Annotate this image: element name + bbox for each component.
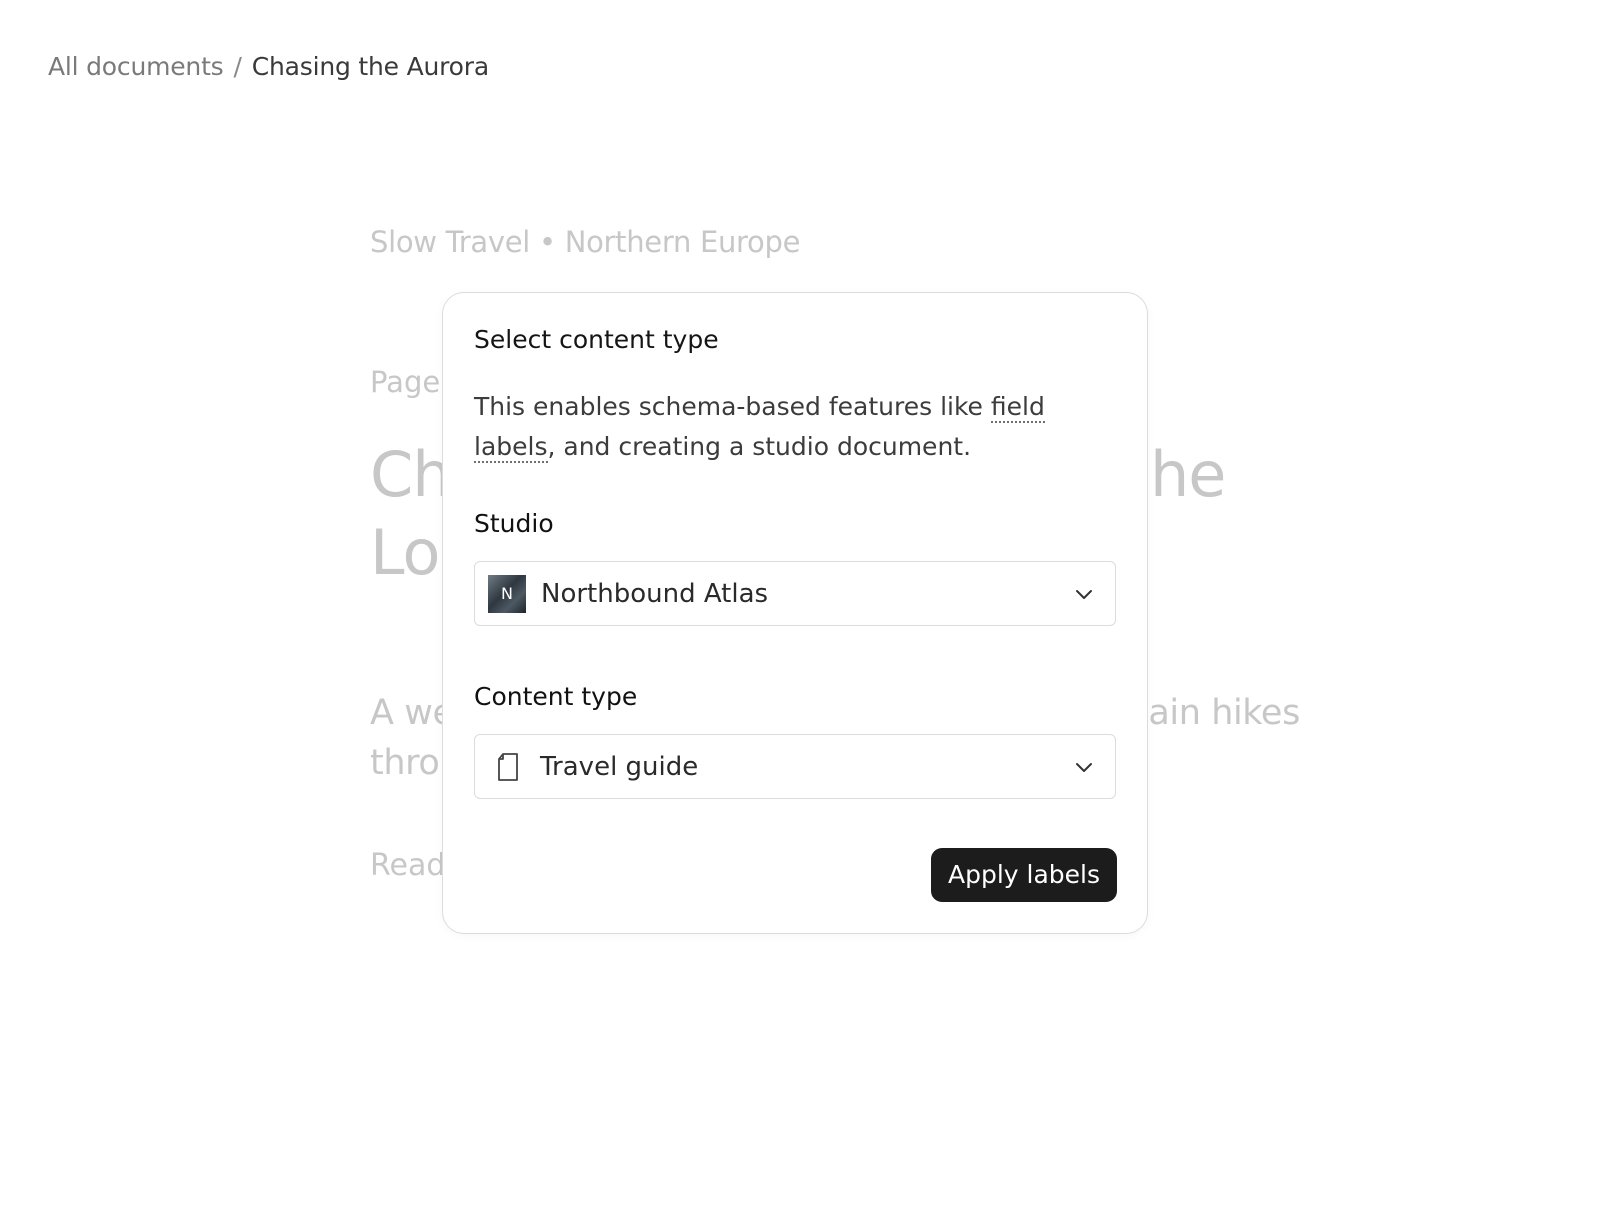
dialog-description-text: This enables schema-based features like bbox=[474, 392, 991, 421]
studio-label: Studio bbox=[474, 509, 554, 538]
doc-headline-line2-start: Lo bbox=[370, 516, 440, 589]
breadcrumb: All documents / Chasing the Aurora bbox=[48, 50, 489, 84]
content-type-select-value: Travel guide bbox=[540, 751, 699, 782]
apply-labels-button[interactable]: Apply labels bbox=[930, 848, 1117, 902]
content-type-select[interactable]: Travel guide bbox=[474, 734, 1116, 799]
chevron-down-icon bbox=[1076, 589, 1092, 599]
studio-select[interactable]: N Northbound Atlas bbox=[474, 561, 1116, 626]
studio-select-value: Northbound Atlas bbox=[541, 578, 769, 609]
breadcrumb-current: Chasing the Aurora bbox=[251, 52, 489, 81]
breadcrumb-all-documents[interactable]: All documents bbox=[48, 52, 224, 81]
doc-kicker: Slow Travel • Northern Europe bbox=[370, 225, 801, 259]
doc-dek-line1-end: tain hikes bbox=[1135, 693, 1300, 733]
dialog-description: This enables schema-based features like … bbox=[474, 387, 1124, 467]
select-content-type-dialog: Select content type This enables schema-… bbox=[442, 292, 1148, 934]
doc-read-label: Read bbox=[370, 848, 446, 883]
doc-headline-line1-end: he bbox=[1150, 438, 1226, 511]
dialog-description-text-end: , and creating a studio document. bbox=[547, 432, 972, 461]
doc-headline-line1-start: Ch bbox=[370, 438, 452, 511]
doc-dek-line2-start: thro bbox=[370, 743, 440, 783]
chevron-down-icon bbox=[1076, 762, 1092, 772]
document-icon bbox=[498, 752, 518, 781]
dialog-title: Select content type bbox=[474, 325, 719, 354]
breadcrumb-separator: / bbox=[233, 52, 242, 81]
content-type-label: Content type bbox=[474, 682, 638, 711]
studio-avatar: N bbox=[488, 574, 526, 613]
doc-page-label: Page bbox=[370, 365, 441, 399]
